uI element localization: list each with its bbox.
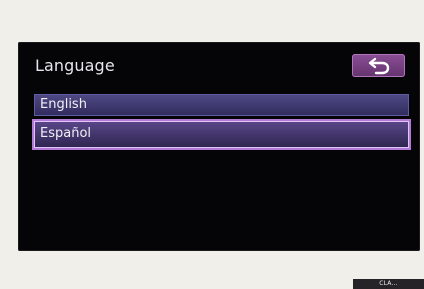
language-option-espanol[interactable]: Español [34, 121, 409, 148]
page-title: Language [35, 56, 115, 75]
language-option-english[interactable]: English [34, 94, 409, 116]
language-settings-screen: Language English Español [18, 42, 420, 251]
watermark: CLA... [353, 279, 424, 289]
back-arrow-icon [368, 57, 390, 75]
back-button[interactable] [352, 54, 405, 77]
device-bezel: Language English Español CLA... [0, 0, 424, 289]
